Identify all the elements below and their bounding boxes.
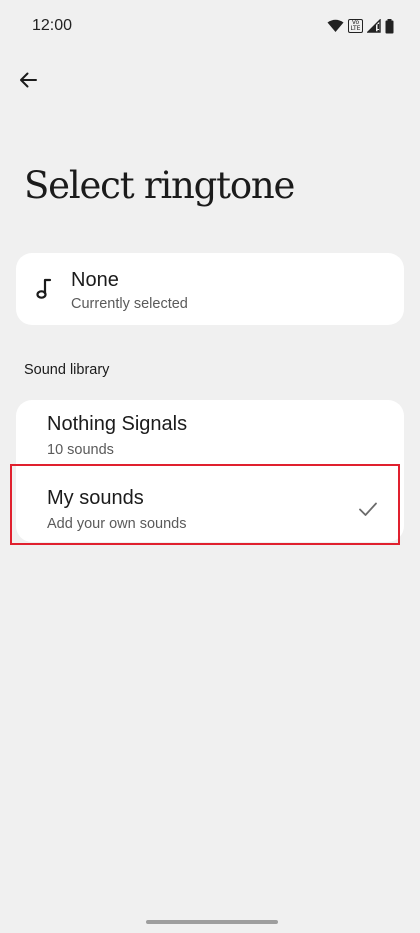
battery-icon <box>385 18 394 34</box>
status-time: 12:00 <box>32 17 73 34</box>
sound-library-card: Nothing Signals 10 sounds My sounds Add … <box>16 400 404 542</box>
list-item-nothing-signals[interactable]: Nothing Signals 10 sounds <box>16 400 404 471</box>
current-ringtone-title: None <box>71 269 119 291</box>
back-button[interactable] <box>12 66 44 98</box>
list-item-my-sounds[interactable]: My sounds Add your own sounds <box>16 471 404 542</box>
list-item-subtitle: Add your own sounds <box>47 516 187 532</box>
home-indicator[interactable] <box>146 920 278 924</box>
arrow-left-icon <box>18 70 38 95</box>
status-icons: Vo LTE <box>327 17 394 35</box>
current-ringtone-card[interactable]: None Currently selected <box>16 253 404 325</box>
list-item-subtitle: 10 sounds <box>47 442 114 458</box>
volte-icon: Vo LTE <box>348 19 363 33</box>
checkmark-icon <box>358 501 378 517</box>
list-item-title: My sounds <box>47 487 144 509</box>
section-label: Sound library <box>24 362 110 378</box>
status-bar: 12:00 Vo LTE <box>0 0 420 54</box>
signal-icon <box>367 19 381 33</box>
music-note-icon <box>36 277 52 301</box>
list-item-title: Nothing Signals <box>47 413 188 435</box>
page-title: Select ringtone <box>24 164 295 207</box>
wifi-icon <box>327 19 344 33</box>
current-ringtone-subtitle: Currently selected <box>71 296 188 312</box>
